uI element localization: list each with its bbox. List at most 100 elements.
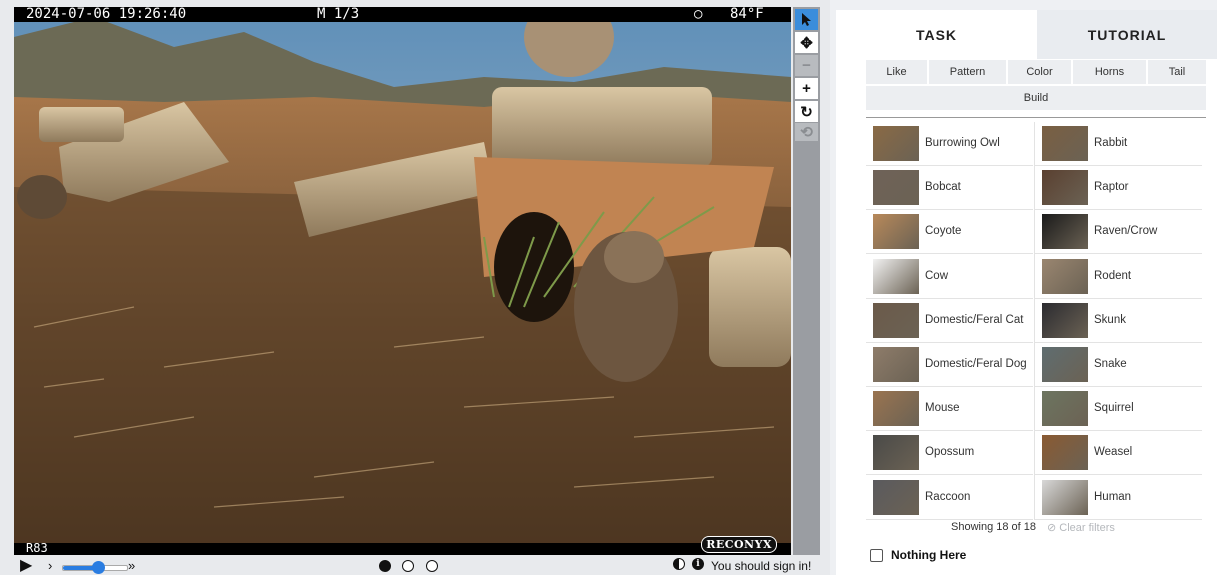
species-label: Raccoon — [925, 490, 971, 503]
species-label: Squirrel — [1094, 402, 1134, 415]
species-label: Rodent — [1094, 269, 1132, 282]
filter-build[interactable]: Build — [866, 86, 1206, 110]
moon-icon: ○ — [694, 7, 703, 22]
species-label: Human — [1094, 490, 1132, 503]
species-thumbnail — [1042, 435, 1088, 471]
scene-photo — [14, 7, 791, 555]
species-label: Snake — [1094, 358, 1127, 370]
contrast-icon[interactable] — [673, 558, 685, 570]
nothing-here-checkbox[interactable] — [870, 548, 883, 562]
species-option[interactable]: Rodent — [1035, 255, 1202, 299]
species-option[interactable]: Mouse — [866, 387, 1033, 432]
species-option[interactable]: Domestic/Feral Cat — [866, 299, 1033, 343]
species-thumbnail — [873, 302, 919, 338]
camera-info-bar: 2024-07-06 19:26:40 M 1/3 ○ 84°F — [14, 7, 791, 22]
species-option[interactable]: Raptor — [1035, 166, 1202, 211]
species-thumbnail — [873, 170, 919, 206]
image-viewer: 2024-07-06 19:26:40 M 1/3 ○ 84°F R83 REC… — [0, 0, 830, 575]
filter-tail[interactable]: Tail — [1148, 60, 1206, 84]
zoom-out-icon[interactable]: − — [795, 55, 818, 76]
filter-like[interactable]: Like — [866, 60, 927, 84]
species-label: Domestic/Feral Dog — [925, 358, 1027, 370]
temperature: 84°F — [730, 7, 764, 22]
play-button[interactable]: ▶ — [20, 557, 32, 575]
species-thumbnail — [873, 435, 919, 471]
species-option[interactable]: Cow — [866, 255, 1033, 299]
species-option[interactable]: Burrowing Owl — [866, 122, 1033, 166]
rotate-icon[interactable]: ↻ — [795, 101, 818, 122]
species-option[interactable]: Bobcat — [866, 166, 1033, 211]
species-option[interactable]: Domestic/Feral Dog — [866, 343, 1033, 387]
reset-icon[interactable]: ⟲ — [795, 123, 818, 141]
frame-dot-3[interactable] — [426, 560, 438, 572]
speed-slider-knob[interactable] — [92, 561, 106, 574]
species-thumbnail — [1042, 126, 1088, 161]
species-option[interactable]: Coyote — [866, 210, 1033, 255]
species-label: Raven/Crow — [1094, 225, 1158, 238]
species-thumbnail — [1042, 391, 1088, 427]
playback-controls: ▶ › » i You should sign in! — [14, 556, 824, 575]
camera-trap-image[interactable]: 2024-07-06 19:26:40 M 1/3 ○ 84°F R83 REC… — [14, 7, 791, 555]
frame-dot-2[interactable] — [402, 560, 414, 572]
species-thumbnail — [1042, 347, 1088, 382]
species-option[interactable]: Rabbit — [1035, 122, 1202, 166]
species-label: Domestic/Feral Cat — [925, 313, 1024, 326]
species-label: Burrowing Owl — [925, 137, 1000, 149]
species-thumbnail — [873, 214, 919, 250]
species-label: Raptor — [1094, 181, 1129, 194]
frame-mode: M 1/3 — [317, 7, 360, 22]
viewer-toolbar: ✥ − + ↻ ⟲ — [793, 7, 820, 555]
speed-slider[interactable] — [62, 561, 128, 574]
panel-tabs: TASK TUTORIAL — [836, 10, 1217, 59]
nothing-here-option[interactable]: Nothing Here — [870, 548, 966, 562]
species-option[interactable]: Raccoon — [866, 476, 1033, 520]
results-count: Showing 18 of 18 — [951, 521, 1037, 533]
species-thumbnail — [873, 126, 919, 161]
clear-filters-link[interactable]: ⊘ Clear filters — [1047, 521, 1115, 534]
camera-id: R83 — [26, 541, 48, 555]
species-thumbnail — [1042, 214, 1088, 250]
camera-footer-bar — [14, 543, 791, 555]
species-label: Skunk — [1094, 313, 1126, 326]
species-thumbnail — [873, 391, 919, 427]
filter-color[interactable]: Color — [1008, 60, 1071, 84]
pan-icon[interactable]: ✥ — [795, 32, 818, 53]
sign-in-notice: You should sign in! — [711, 559, 812, 573]
species-label: Weasel — [1094, 446, 1133, 459]
species-thumbnail — [1042, 258, 1088, 294]
zoom-in-icon[interactable]: + — [795, 78, 818, 99]
species-label: Mouse — [925, 402, 960, 415]
species-label: Coyote — [925, 225, 962, 238]
species-thumbnail — [1042, 479, 1088, 515]
pointer-icon[interactable] — [795, 9, 818, 30]
species-thumbnail — [873, 258, 919, 294]
species-thumbnail — [1042, 302, 1088, 338]
filter-pattern[interactable]: Pattern — [929, 60, 1006, 84]
species-option[interactable]: Opossum — [866, 431, 1033, 476]
info-icon[interactable]: i — [692, 558, 704, 570]
species-option[interactable]: Human — [1035, 476, 1202, 520]
species-label: Rabbit — [1094, 137, 1128, 149]
species-option[interactable]: Snake — [1035, 343, 1202, 387]
species-label: Opossum — [925, 446, 975, 459]
tab-tutorial[interactable]: TUTORIAL — [1037, 10, 1217, 59]
species-option[interactable]: Skunk — [1035, 299, 1202, 343]
step-button[interactable]: › — [48, 557, 52, 575]
divider — [866, 117, 1206, 118]
filter-horns[interactable]: Horns — [1073, 60, 1146, 84]
species-label: Cow — [925, 269, 949, 282]
species-thumbnail — [873, 479, 919, 515]
species-thumbnail — [1042, 170, 1088, 206]
species-thumbnail — [873, 347, 919, 382]
species-option[interactable]: Raven/Crow — [1035, 210, 1202, 255]
species-label: Bobcat — [925, 181, 961, 194]
fast-forward-button[interactable]: » — [128, 557, 135, 575]
species-option[interactable]: Squirrel — [1035, 387, 1202, 432]
tab-task[interactable]: TASK — [836, 10, 1037, 59]
timestamp: 2024-07-06 19:26:40 — [26, 7, 187, 22]
brand-logo: RECONYX — [701, 536, 777, 553]
nothing-here-label: Nothing Here — [891, 548, 967, 562]
task-panel: TASK TUTORIAL Like Pattern Color Horns T… — [836, 10, 1217, 575]
species-option[interactable]: Weasel — [1035, 431, 1202, 476]
frame-dot-1[interactable] — [379, 560, 391, 572]
